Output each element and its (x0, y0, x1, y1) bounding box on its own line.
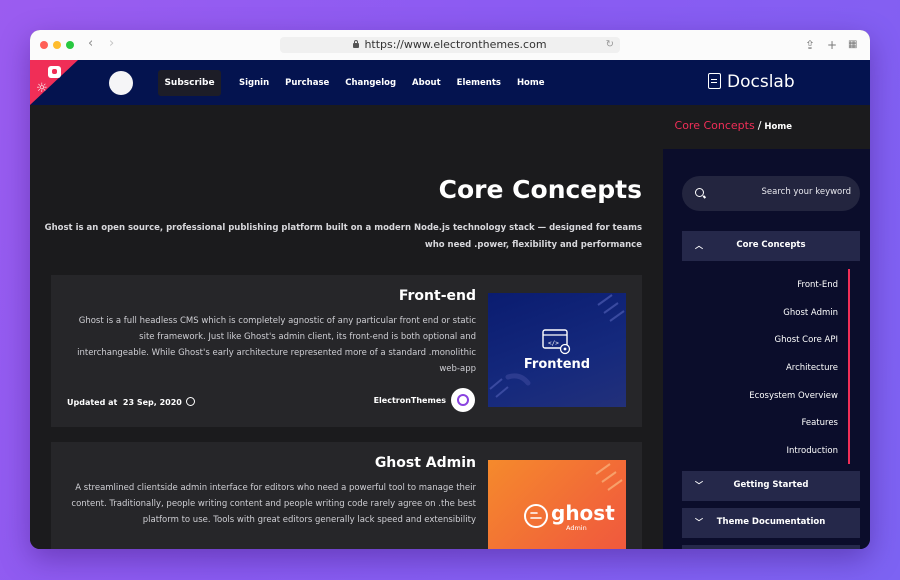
search-icon (695, 188, 704, 197)
nav-elements[interactable]: Elements (457, 78, 501, 88)
card-excerpt: Ghost is a full headless CMS which is co… (77, 316, 476, 374)
back-arrow-icon[interactable]: ‹ (88, 37, 93, 51)
brand-logo[interactable]: Docslab (708, 71, 795, 93)
breadcrumb: Core Concepts / Home (675, 119, 792, 132)
forward-arrow-icon[interactable]: › (109, 37, 114, 51)
card-thumbnail[interactable]: </> Frontend (488, 293, 626, 407)
sidebar-item-ghost-core-api[interactable]: Ghost Core API (775, 335, 838, 345)
updated-value: 23 Sep, 2020 (122, 398, 182, 407)
lock-icon (353, 40, 360, 48)
github-icon[interactable] (48, 66, 61, 78)
sidebar-item-features[interactable]: Features (801, 418, 838, 428)
avatar[interactable] (109, 71, 133, 95)
author-name[interactable]: ElectronThemes (374, 396, 446, 405)
new-tab-icon[interactable]: + (827, 38, 837, 52)
sidebar-item-ghost-admin[interactable]: Ghost Admin (783, 308, 838, 318)
subscribe-button[interactable]: Subscribe (158, 70, 221, 96)
breadcrumb-current: Core Concepts (674, 119, 755, 132)
sidebar-section-next[interactable] (682, 545, 860, 549)
sidebar-section-core-concepts[interactable]: ︿ Core Concepts (682, 231, 860, 261)
updated-date: Updated at 23 Sep, 2020 (67, 396, 195, 407)
svg-text:</>: </> (548, 340, 559, 347)
sidebar-sublist: Front-End Ghost Admin Ghost Core API Arc… (682, 269, 850, 464)
share-icon[interactable]: ⇪ (805, 38, 815, 52)
breadcrumb-bar: Core Concepts / Home (30, 105, 870, 149)
url-text: https://www.electronthemes.com (364, 38, 547, 51)
breadcrumb-separator: / (757, 119, 762, 132)
sidebar-item-ecosystem-overview[interactable]: Ecosystem Overview (749, 391, 838, 401)
updated-label: Updated at (67, 398, 118, 407)
sidebar-section-theme-documentation[interactable]: ﹀ Theme Documentation (682, 508, 860, 538)
section-label: Core Concepts (736, 240, 806, 250)
nav-home[interactable]: Home (517, 78, 545, 88)
search-placeholder: Search your keyword (761, 187, 852, 197)
card-title[interactable]: Front-end (399, 287, 476, 305)
site-header: ☼ Subscribe Signin Purchase Changelog Ab… (30, 60, 870, 105)
section-label: Getting Started (733, 480, 809, 490)
nav-changelog[interactable]: Changelog (345, 78, 396, 88)
article-card[interactable]: Front-end Ghost is a full headless CMS w… (51, 275, 642, 427)
minimize-window-button[interactable] (53, 41, 61, 49)
document-icon (708, 73, 721, 89)
thumbnail-label: ghost (551, 501, 615, 525)
brand-name: Docslab (727, 72, 795, 92)
reload-icon[interactable]: ↻ (606, 37, 614, 53)
sun-icon[interactable]: ☼ (36, 81, 48, 96)
card-thumbnail[interactable]: ghost Admin (488, 460, 626, 549)
nav-about[interactable]: About (412, 78, 441, 88)
page-intro: Ghost is an open source, professional pu… (44, 223, 642, 250)
main-nav: Signin Purchase Changelog About Elements… (239, 60, 561, 105)
sidebar-item-introduction[interactable]: Introduction (787, 446, 838, 456)
maximize-window-button[interactable] (66, 41, 74, 49)
docs-sidebar: Search your keyword ︿ Core Concepts Fron… (663, 149, 870, 549)
card-title[interactable]: Ghost Admin (375, 454, 476, 472)
clock-icon (185, 397, 195, 406)
page-title: Core Concepts (438, 175, 642, 204)
section-label: Theme Documentation (716, 517, 826, 527)
breadcrumb-home-link[interactable]: Home (764, 122, 792, 132)
article-card[interactable]: Ghost Admin A streamlined clientside adm… (51, 442, 642, 549)
sidebar-section-getting-started[interactable]: ﹀ Getting Started (682, 471, 860, 501)
sidebar-item-front-end[interactable]: Front-End (797, 280, 838, 290)
thumbnail-sublabel: Admin (566, 524, 587, 532)
main-content: Core Concepts Ghost is an open source, p… (30, 149, 663, 549)
nav-signin[interactable]: Signin (239, 78, 269, 88)
tab-overview-icon[interactable]: ▦ (848, 38, 857, 52)
sidebar-item-architecture[interactable]: Architecture (786, 363, 838, 373)
card-excerpt: A streamlined clientside admin interface… (71, 483, 476, 525)
author-avatar[interactable] (451, 388, 475, 412)
thumbnail-label: Frontend (523, 357, 591, 372)
close-window-button[interactable] (40, 41, 48, 49)
search-input[interactable]: Search your keyword (682, 176, 860, 211)
nav-purchase[interactable]: Purchase (285, 78, 329, 88)
address-bar[interactable]: https://www.electronthemes.com ↻ (280, 37, 620, 53)
frontend-illustration: </> (489, 294, 625, 398)
browser-window: ‹ › https://www.electronthemes.com ↻ ⇪ +… (30, 30, 870, 549)
browser-toolbar: ‹ › https://www.electronthemes.com ↻ ⇪ +… (30, 30, 870, 61)
